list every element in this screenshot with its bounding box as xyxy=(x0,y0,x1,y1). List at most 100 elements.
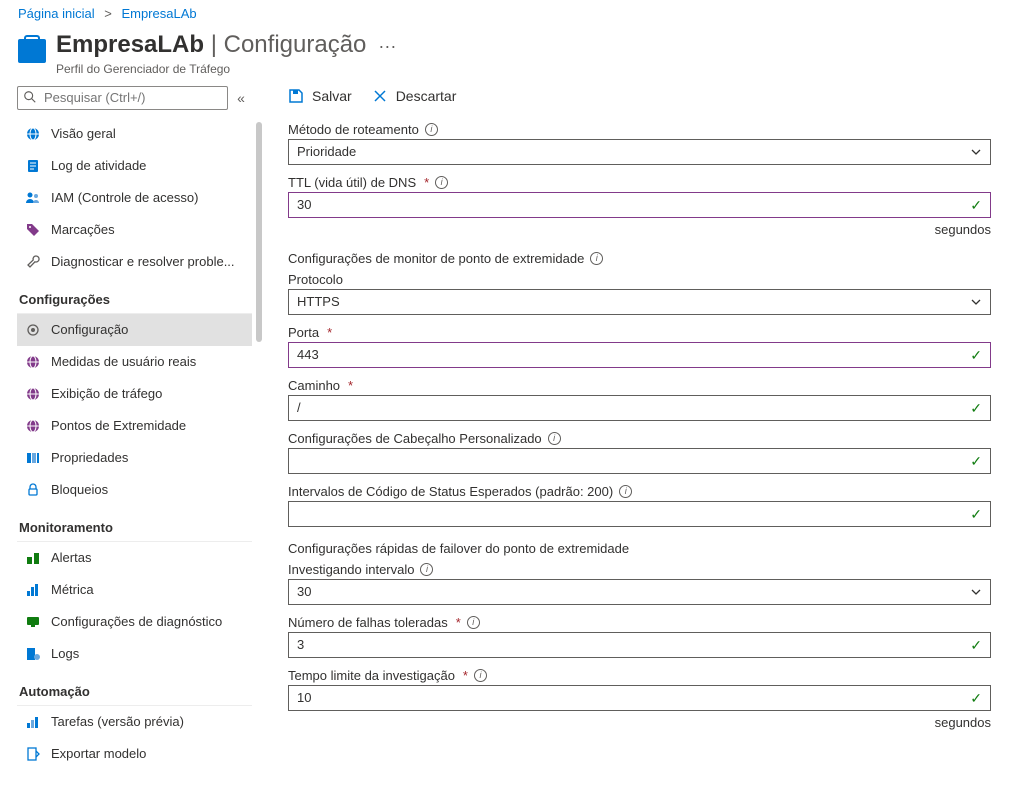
search-input[interactable] xyxy=(17,86,228,110)
close-icon xyxy=(372,88,388,104)
protocol-select[interactable]: HTTPS xyxy=(288,289,991,315)
ttl-unit: segundos xyxy=(288,222,991,237)
export-icon xyxy=(25,746,41,762)
sidebar-item-configuration[interactable]: Configuração xyxy=(17,314,252,346)
check-icon: ✓ xyxy=(970,690,982,707)
probing-label: Investigando intervalo i xyxy=(288,562,991,577)
check-icon: ✓ xyxy=(970,347,982,364)
check-icon: ✓ xyxy=(970,453,982,470)
check-icon: ✓ xyxy=(970,400,982,417)
info-icon[interactable]: i xyxy=(548,432,561,445)
sidebar-item-logs[interactable]: Logs xyxy=(17,638,252,670)
check-icon: ✓ xyxy=(970,197,982,214)
sidebar-item-export-template[interactable]: Exportar modelo xyxy=(17,738,252,770)
path-label: Caminho* xyxy=(288,378,991,393)
timeout-label: Tempo limite da investigação* i xyxy=(288,668,991,683)
timeout-input[interactable]: 10 ✓ xyxy=(288,685,991,711)
breadcrumb-current[interactable]: EmpresaLAb xyxy=(121,6,196,21)
sidebar-item-diagnose[interactable]: Diagnosticar e resolver proble... xyxy=(17,246,252,278)
search-icon xyxy=(23,90,37,104)
port-input[interactable]: 443 ✓ xyxy=(288,342,991,368)
more-actions[interactable]: ··· xyxy=(378,37,396,55)
info-icon[interactable]: i xyxy=(590,252,603,265)
logs-icon xyxy=(25,646,41,662)
log-icon xyxy=(25,158,41,174)
sidebar-search[interactable] xyxy=(17,86,228,110)
wrench-icon xyxy=(25,254,41,270)
sidebar-item-iam[interactable]: IAM (Controle de acesso) xyxy=(17,182,252,214)
page-title: EmpresaLAb | Configuração xyxy=(56,31,366,60)
sidebar-item-locks[interactable]: Bloqueios xyxy=(17,474,252,506)
people-icon xyxy=(25,190,41,206)
sidebar-item-tasks[interactable]: Tarefas (versão prévia) xyxy=(17,706,252,738)
headers-input[interactable]: ✓ xyxy=(288,448,991,474)
save-button[interactable]: Salvar xyxy=(288,88,352,104)
lock-icon xyxy=(25,482,41,498)
check-icon: ✓ xyxy=(970,506,982,523)
sidebar-item-tags[interactable]: Marcações xyxy=(17,214,252,246)
resource-icon xyxy=(18,39,46,63)
sidebar-scrollbar[interactable] xyxy=(256,122,262,342)
sidebar-group-configurations: Configurações xyxy=(17,278,252,314)
diagnostic-icon xyxy=(25,614,41,630)
header: EmpresaLAb | Configuração Perfil do Gere… xyxy=(0,21,1009,82)
status-input[interactable]: ✓ xyxy=(288,501,991,527)
headers-label: Configurações de Cabeçalho Personalizado… xyxy=(288,431,991,446)
chevron-down-icon xyxy=(970,586,982,598)
routing-label: Método de roteamento i xyxy=(288,122,991,137)
properties-icon xyxy=(25,450,41,466)
breadcrumb-home[interactable]: Página inicial xyxy=(18,6,95,21)
failover-section-title: Configurações rápidas de failover do pon… xyxy=(288,541,991,556)
page-subtitle: Perfil do Gerenciador de Tráfego xyxy=(56,62,366,76)
info-icon[interactable]: i xyxy=(425,123,438,136)
info-icon[interactable]: i xyxy=(467,616,480,629)
failures-input[interactable]: 3 ✓ xyxy=(288,632,991,658)
globe-purple-icon xyxy=(25,418,41,434)
sidebar-item-real-user-measurements[interactable]: Medidas de usuário reais xyxy=(17,346,252,378)
port-label: Porta* xyxy=(288,325,991,340)
tag-icon xyxy=(25,222,41,238)
ttl-label: TTL (vida útil) de DNS* i xyxy=(288,175,991,190)
globe-purple-icon xyxy=(25,354,41,370)
ttl-input[interactable]: 30 ✓ xyxy=(288,192,991,218)
chevron-down-icon xyxy=(970,146,982,158)
sidebar-item-overview[interactable]: Visão geral xyxy=(17,118,252,150)
toolbar: Salvar Descartar xyxy=(288,88,991,122)
globe-icon xyxy=(25,126,41,142)
sidebar-group-automation: Automação xyxy=(17,670,252,706)
routing-select[interactable]: Prioridade xyxy=(288,139,991,165)
status-label: Intervalos de Código de Status Esperados… xyxy=(288,484,991,499)
chevron-down-icon xyxy=(970,296,982,308)
sidebar-item-traffic-view[interactable]: Exibição de tráfego xyxy=(17,378,252,410)
sidebar-item-properties[interactable]: Propriedades xyxy=(17,442,252,474)
save-icon xyxy=(288,88,304,104)
alert-icon xyxy=(25,550,41,566)
sidebar-item-metrics[interactable]: Métrica xyxy=(17,574,252,606)
breadcrumb: Página inicial > EmpresaLAb xyxy=(0,0,1009,21)
check-icon: ✓ xyxy=(970,637,982,654)
sidebar: « Visão geral Log de atividade IAM (Cont… xyxy=(17,82,252,770)
info-icon[interactable]: i xyxy=(619,485,632,498)
sidebar-group-monitoring: Monitoramento xyxy=(17,506,252,542)
path-input[interactable]: / ✓ xyxy=(288,395,991,421)
collapse-sidebar[interactable]: « xyxy=(234,90,248,106)
sidebar-item-activity-log[interactable]: Log de atividade xyxy=(17,150,252,182)
sidebar-item-diagnostic-settings[interactable]: Configurações de diagnóstico xyxy=(17,606,252,638)
monitor-section-title: Configurações de monitor de ponto de ext… xyxy=(288,251,991,266)
sidebar-item-endpoints[interactable]: Pontos de Extremidade xyxy=(17,410,252,442)
sidebar-item-alerts[interactable]: Alertas xyxy=(17,542,252,574)
discard-button[interactable]: Descartar xyxy=(372,88,457,104)
protocol-label: Protocolo xyxy=(288,272,991,287)
metrics-icon xyxy=(25,582,41,598)
gear-icon xyxy=(25,322,41,338)
failures-label: Número de falhas toleradas* i xyxy=(288,615,991,630)
timeout-unit: segundos xyxy=(288,715,991,730)
breadcrumb-separator: > xyxy=(104,6,112,21)
probing-select[interactable]: 30 xyxy=(288,579,991,605)
info-icon[interactable]: i xyxy=(420,563,433,576)
tasks-icon xyxy=(25,714,41,730)
info-icon[interactable]: i xyxy=(474,669,487,682)
info-icon[interactable]: i xyxy=(435,176,448,189)
main-content: Salvar Descartar Método de roteamento i … xyxy=(252,82,1009,770)
globe-purple-icon xyxy=(25,386,41,402)
